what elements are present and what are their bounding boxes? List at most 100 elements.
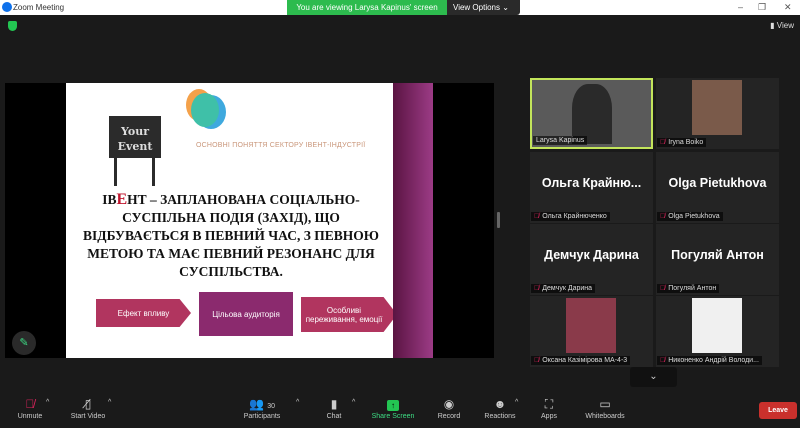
view-options-button[interactable]: View Options ⌄ xyxy=(447,0,520,15)
box-emotions: Особливі переживання, емоції xyxy=(301,297,397,332)
chat-icon: ▮ xyxy=(330,397,338,411)
close-button[interactable]: ✕ xyxy=(784,2,792,13)
viewing-banner: You are viewing Larysa Kapinus' screen xyxy=(287,0,447,15)
share-screen-button[interactable]: ↑ Share Screen xyxy=(368,395,418,420)
participant-tile[interactable]: Ольга Крайню... 🎙̸ Ольга Крайнюченко xyxy=(530,152,653,223)
unmute-button[interactable]: 🎙̸ Unmute xyxy=(10,395,50,420)
audio-options-caret[interactable]: ^ xyxy=(46,399,49,406)
muted-mic-icon: 🎙̸ xyxy=(534,213,540,220)
whiteboards-label: Whiteboards xyxy=(585,413,625,420)
participant-name-large: Ольга Крайню... xyxy=(541,176,642,190)
zoom-logo-icon xyxy=(2,2,12,12)
maximize-button[interactable]: ❐ xyxy=(758,2,766,13)
leave-button[interactable]: Leave xyxy=(759,402,797,419)
shared-screen: Your Event ОСНОВНІ ПОНЯТТЯ СЕКТОРУ ІВЕНТ… xyxy=(5,83,494,358)
participants-icon: 👥 30 xyxy=(248,397,276,411)
participant-name: Оксана Казімірова МА-4-3 xyxy=(542,357,628,364)
chat-caret[interactable]: ^ xyxy=(352,399,355,406)
slide-subtitle: ОСНОВНІ ПОНЯТТЯ СЕКТОРУ ІВЕНТ-ІНДУСТРІЇ xyxy=(196,142,366,149)
board-leg xyxy=(152,158,155,186)
definition-text: ІВЕНТ – ЗАПЛАНОВАНА СОЦІАЛЬНО-СУСПІЛЬНА … xyxy=(81,191,381,281)
participant-label: 🎙̸ Ольга Крайнюченко xyxy=(531,212,610,221)
participant-name: Демчук Дарина xyxy=(542,285,593,292)
participant-label: 🎙̸ Оксана Казімірова МА-4-3 xyxy=(531,356,631,365)
muted-mic-icon: 🎙̸ xyxy=(25,397,35,411)
participants-button[interactable]: 👥 30 Participants xyxy=(240,395,284,420)
slide-purple-strip xyxy=(393,83,433,358)
split-resize-handle[interactable] xyxy=(497,212,500,228)
participants-label: Participants xyxy=(243,413,281,420)
view-button[interactable]: ▮ View xyxy=(770,21,794,30)
participant-label: 🎙̸ Демчук Дарина xyxy=(531,284,596,293)
participant-name-large: Погуляй Антон xyxy=(671,248,764,262)
reactions-button[interactable]: ☻ Reactions xyxy=(480,395,520,420)
reactions-caret[interactable]: ^ xyxy=(515,399,518,406)
participant-tile[interactable]: Погуляй Антон 🎙̸ Погуляй Антон xyxy=(656,224,779,295)
participant-photo xyxy=(692,298,742,353)
minimize-button[interactable]: – xyxy=(738,2,743,12)
board-leg xyxy=(114,158,117,186)
participant-label: 🎙̸ Никоненко Андрій Володи... xyxy=(657,356,762,365)
start-video-button[interactable]: ▯̸ Start Video xyxy=(62,395,114,420)
participant-label: Larysa Kapinus xyxy=(533,136,588,145)
unmute-label: Unmute xyxy=(17,413,43,420)
record-label: Record xyxy=(437,413,461,420)
participant-label: 🎙̸ Olga Pietukhova xyxy=(657,212,723,221)
participant-tile[interactable]: Olga Pietukhova 🎙̸ Olga Pietukhova xyxy=(656,152,779,223)
record-icon: ◉ xyxy=(443,397,455,411)
annotate-pencil-icon[interactable]: ✎ xyxy=(12,331,36,355)
apps-button[interactable]: ⛶ Apps xyxy=(534,395,564,420)
video-options-caret[interactable]: ^ xyxy=(108,399,111,406)
participant-photo xyxy=(692,80,742,135)
muted-mic-icon: 🎙̸ xyxy=(534,357,540,364)
slide: Your Event ОСНОВНІ ПОНЯТТЯ СЕКТОРУ ІВЕНТ… xyxy=(66,83,397,358)
definition-rest: НТ – ЗАПЛАНОВАНА СОЦІАЛЬНО-СУСПІЛЬНА ПОД… xyxy=(83,192,379,279)
balloon-icon xyxy=(191,93,219,127)
participants-caret[interactable]: ^ xyxy=(296,399,299,406)
muted-mic-icon: 🎙̸ xyxy=(660,139,666,146)
muted-mic-icon: 🎙̸ xyxy=(660,213,666,220)
participant-name: Olga Pietukhova xyxy=(668,213,720,220)
participant-tile[interactable]: Демчук Дарина 🎙̸ Демчук Дарина xyxy=(530,224,653,295)
participant-name: Погуляй Антон xyxy=(668,285,717,292)
view-label: View xyxy=(776,21,794,30)
window-title: Zoom Meeting xyxy=(13,3,65,12)
share-screen-icon: ↑ xyxy=(368,395,418,413)
participant-tile[interactable]: 🎙̸ Оксана Казімірова МА-4-3 xyxy=(530,296,653,367)
definition-prefix: ІВ xyxy=(102,192,117,207)
participant-video xyxy=(572,84,612,144)
chat-button[interactable]: ▮ Chat xyxy=(320,395,348,420)
participants-count: 30 xyxy=(267,403,276,410)
participant-tile[interactable]: Larysa Kapinus xyxy=(530,78,653,149)
participant-tile[interactable]: 🎙̸ Никоненко Андрій Володи... xyxy=(656,296,779,367)
muted-mic-icon: 🎙̸ xyxy=(534,285,540,292)
participant-name: Ольга Крайнюченко xyxy=(542,213,607,220)
participant-tile[interactable]: 🎙̸ Iryna Boiko xyxy=(656,78,779,149)
next-page-chevron-icon[interactable]: ⌄ xyxy=(630,367,677,387)
box-audience: Цільова аудиторія xyxy=(199,292,293,336)
muted-mic-icon: 🎙̸ xyxy=(660,357,666,364)
participant-photo xyxy=(566,298,616,353)
apps-label: Apps xyxy=(541,413,557,420)
participant-name: Никоненко Андрій Володи... xyxy=(668,357,759,364)
video-off-icon: ▯̸ xyxy=(84,397,92,411)
muted-mic-icon: 🎙̸ xyxy=(660,285,666,292)
definition-red-letter: Е xyxy=(116,191,128,208)
participant-label: 🎙̸ Погуляй Антон xyxy=(657,284,720,293)
reactions-label: Reactions xyxy=(484,413,516,420)
participant-name-large: Демчук Дарина xyxy=(544,248,639,262)
share-screen-label: Share Screen xyxy=(371,413,415,420)
start-video-label: Start Video xyxy=(70,413,106,420)
participant-name: Iryna Boiko xyxy=(668,139,704,146)
participant-name-large: Olga Pietukhova xyxy=(668,176,767,190)
participant-name: Larysa Kapinus xyxy=(536,137,585,144)
your-event-board: Your Event xyxy=(109,116,161,158)
whiteboards-button[interactable]: ▭ Whiteboards xyxy=(580,395,630,420)
reactions-icon: ☻ xyxy=(493,397,507,411)
box-effect: Ефект впливу xyxy=(96,299,191,327)
participant-label: 🎙̸ Iryna Boiko xyxy=(657,138,707,147)
apps-icon: ⛶ xyxy=(544,397,554,411)
record-button[interactable]: ◉ Record xyxy=(432,395,466,420)
whiteboard-icon: ▭ xyxy=(599,397,611,411)
security-shield-icon[interactable] xyxy=(8,21,17,31)
